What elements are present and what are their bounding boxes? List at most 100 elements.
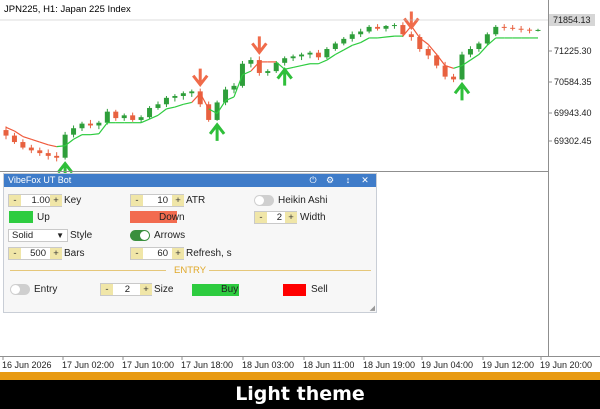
chevron-down-icon: ▼ [56, 231, 64, 240]
candle-body [180, 93, 186, 96]
size-minus-button[interactable]: - [101, 284, 113, 295]
width-value[interactable]: 2 [268, 212, 282, 223]
width-plus-button[interactable]: + [285, 212, 297, 223]
refresh-minus-button[interactable]: - [131, 248, 143, 259]
candle-body [493, 26, 499, 35]
candle-body [349, 34, 355, 39]
candle-body [231, 85, 237, 90]
candle-body [265, 71, 271, 73]
price-label: 71225.30 [554, 46, 592, 56]
candle-body [28, 147, 34, 151]
candle-body [484, 34, 490, 44]
width-stepper[interactable]: - 2 + [254, 211, 297, 224]
style-label: Style [70, 230, 93, 241]
time-label: 19 Jun 04:00 [421, 360, 473, 370]
candle-body [459, 54, 465, 80]
entry-divider-right [209, 270, 371, 271]
candle-body [442, 65, 448, 77]
close-icon[interactable]: ✕ [359, 174, 371, 187]
size-plus-button[interactable]: + [140, 284, 152, 295]
down-label: Down [159, 212, 185, 223]
footer-caption: Light theme [235, 383, 365, 405]
candle-body [20, 142, 26, 148]
candle-body [467, 49, 473, 55]
size-stepper[interactable]: - 2 + [100, 283, 152, 296]
sell-color-swatch[interactable] [283, 284, 306, 296]
time-label: 17 Jun 18:00 [181, 360, 233, 370]
price-label: 69302.45 [554, 136, 592, 146]
refresh-value[interactable]: 60 [144, 248, 168, 259]
time-label: 18 Jun 19:00 [363, 360, 415, 370]
candle-body [121, 115, 127, 119]
entry-toggle[interactable] [10, 284, 30, 295]
gear-icon[interactable]: ⚙ [324, 174, 336, 187]
key-stepper[interactable]: - 1.00 + [8, 194, 62, 207]
candle-body [189, 91, 195, 94]
candle-body [501, 26, 507, 28]
bars-minus-button[interactable]: - [9, 248, 21, 259]
atr-minus-button[interactable]: - [131, 195, 143, 206]
key-value[interactable]: 1.00 [22, 195, 51, 206]
candle-body [451, 76, 457, 80]
indicator-panel: VibeFox UT Bot ⏻ ⚙ ↕ ✕ - 1.00 + Key - 10… [3, 173, 377, 313]
candle-body [341, 38, 347, 44]
candle-body [155, 104, 161, 108]
collapse-icon[interactable]: ↕ [342, 174, 354, 187]
candle-body [87, 123, 93, 126]
candle-body [400, 25, 406, 35]
atr-value[interactable]: 10 [144, 195, 168, 206]
candle-body [290, 56, 296, 59]
size-label: Size [154, 284, 174, 295]
candle-body [315, 52, 321, 58]
candle-body [138, 117, 144, 120]
key-minus-button[interactable]: - [9, 195, 21, 206]
entry-divider-left [10, 270, 166, 271]
current-price-label: 71854.13 [553, 15, 591, 25]
refresh-stepper[interactable]: - 60 + [130, 247, 184, 260]
candle-body [163, 97, 169, 105]
candle-body [375, 26, 381, 29]
time-label: 17 Jun 02:00 [62, 360, 114, 370]
up-color-swatch[interactable] [9, 211, 33, 223]
atr-stepper[interactable]: - 10 + [130, 194, 184, 207]
size-value[interactable]: 2 [114, 284, 130, 295]
candle-body [79, 123, 85, 129]
candle-body [307, 52, 313, 55]
resize-grip-icon[interactable]: ◢ [370, 304, 375, 312]
candle-body [71, 128, 77, 135]
bars-value[interactable]: 500 [22, 248, 46, 259]
arrows-toggle[interactable] [130, 230, 150, 241]
candle-body [391, 25, 397, 27]
width-label: Width [300, 212, 326, 223]
bars-label: Bars [64, 248, 85, 259]
panel-title-bar[interactable]: VibeFox UT Bot ⏻ ⚙ ↕ ✕ [4, 174, 376, 187]
entry-label: Entry [34, 284, 58, 295]
bars-plus-button[interactable]: + [50, 248, 62, 259]
candle-body [96, 122, 102, 126]
candle-body [366, 26, 372, 32]
atr-plus-button[interactable]: + [172, 195, 184, 206]
candle-body [147, 107, 153, 118]
candle-body [3, 130, 9, 136]
candle-body [358, 31, 364, 35]
entry-header: ENTRY [174, 265, 207, 276]
sell-label: Sell [311, 284, 328, 295]
candle-body [172, 95, 178, 98]
power-icon[interactable]: ⏻ [307, 174, 319, 187]
candle-body [54, 155, 60, 158]
candle-body [11, 135, 17, 143]
candle-body [535, 29, 541, 31]
bars-stepper[interactable]: - 500 + [8, 247, 62, 260]
price-label: 70584.35 [554, 77, 592, 87]
time-label: 17 Jun 10:00 [122, 360, 174, 370]
key-plus-button[interactable]: + [50, 195, 62, 206]
width-minus-button[interactable]: - [255, 212, 267, 223]
refresh-plus-button[interactable]: + [172, 248, 184, 259]
heikin-ashi-toggle[interactable] [254, 195, 274, 206]
style-select[interactable]: Solid ▼ [8, 229, 68, 242]
time-label: 18 Jun 03:00 [242, 360, 294, 370]
candle-body [104, 111, 110, 123]
candle-body [45, 153, 51, 156]
candle-body [37, 150, 43, 154]
candle-body [518, 28, 524, 30]
